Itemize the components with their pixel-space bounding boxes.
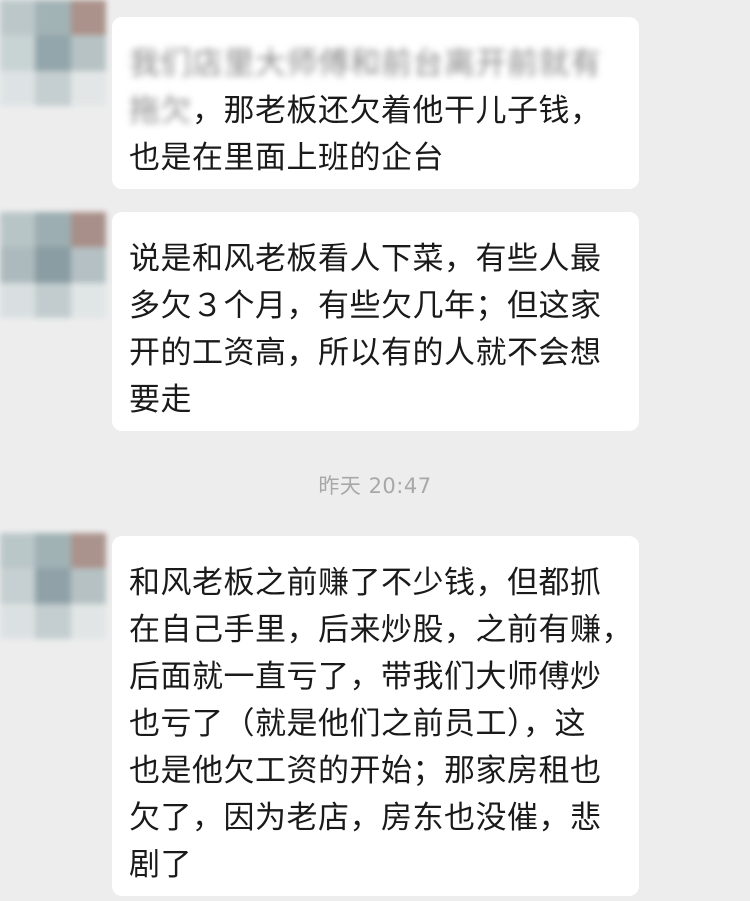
message-line: 说是和风老板看人下菜，有些人最 xyxy=(129,241,602,277)
message-bubble[interactable]: 和风老板之前赚了不少钱，但都抓 在自己手里，后来炒股，之前有赚， 后面就一直亏了… xyxy=(112,536,639,896)
message-line: 要走 xyxy=(129,382,192,418)
message-line: 我们店里大师傅和前台离开前就有 xyxy=(129,41,621,88)
message-line: 也是在里面上班的企台 xyxy=(129,140,444,176)
message-line: 剧了 xyxy=(129,847,192,883)
message-line: 和风老板之前赚了不少钱，但都抓 xyxy=(129,565,602,601)
message-line: 欠了，因为老店，房东也没催，悲 xyxy=(129,800,602,836)
contact-avatar[interactable] xyxy=(0,212,106,318)
message-line: 后面就一直亏了，带我们大师傅炒 xyxy=(129,659,602,695)
redacted-text: 拖欠 xyxy=(129,93,192,129)
message-line: 多欠３个月，有些欠几年；但这家 xyxy=(129,288,602,324)
message-line: 拖欠，那老板还欠着他干儿子钱， xyxy=(129,88,621,135)
message-line: 也是他欠工资的开始；那家房租也 xyxy=(129,753,602,789)
contact-avatar[interactable] xyxy=(0,533,106,639)
message-line: 在自己手里，后来炒股，之前有赚， xyxy=(129,612,633,648)
redacted-text: 我们店里大师傅和前台离开前就有 xyxy=(129,46,602,82)
message-bubble[interactable]: 说是和风老板看人下菜，有些人最 多欠３个月，有些欠几年；但这家 开的工资高，所以… xyxy=(112,212,639,431)
message-bubble[interactable]: 我们店里大师傅和前台离开前就有 拖欠，那老板还欠着他干儿子钱， 也是在里面上班的… xyxy=(112,17,639,189)
contact-avatar[interactable] xyxy=(0,0,106,106)
chat-timestamp: 昨天 20:47 xyxy=(318,474,432,498)
message-line: 也亏了（就是他们之前员工），这 xyxy=(129,706,586,742)
message-line: 开的工资高，所以有的人就不会想 xyxy=(129,335,602,371)
